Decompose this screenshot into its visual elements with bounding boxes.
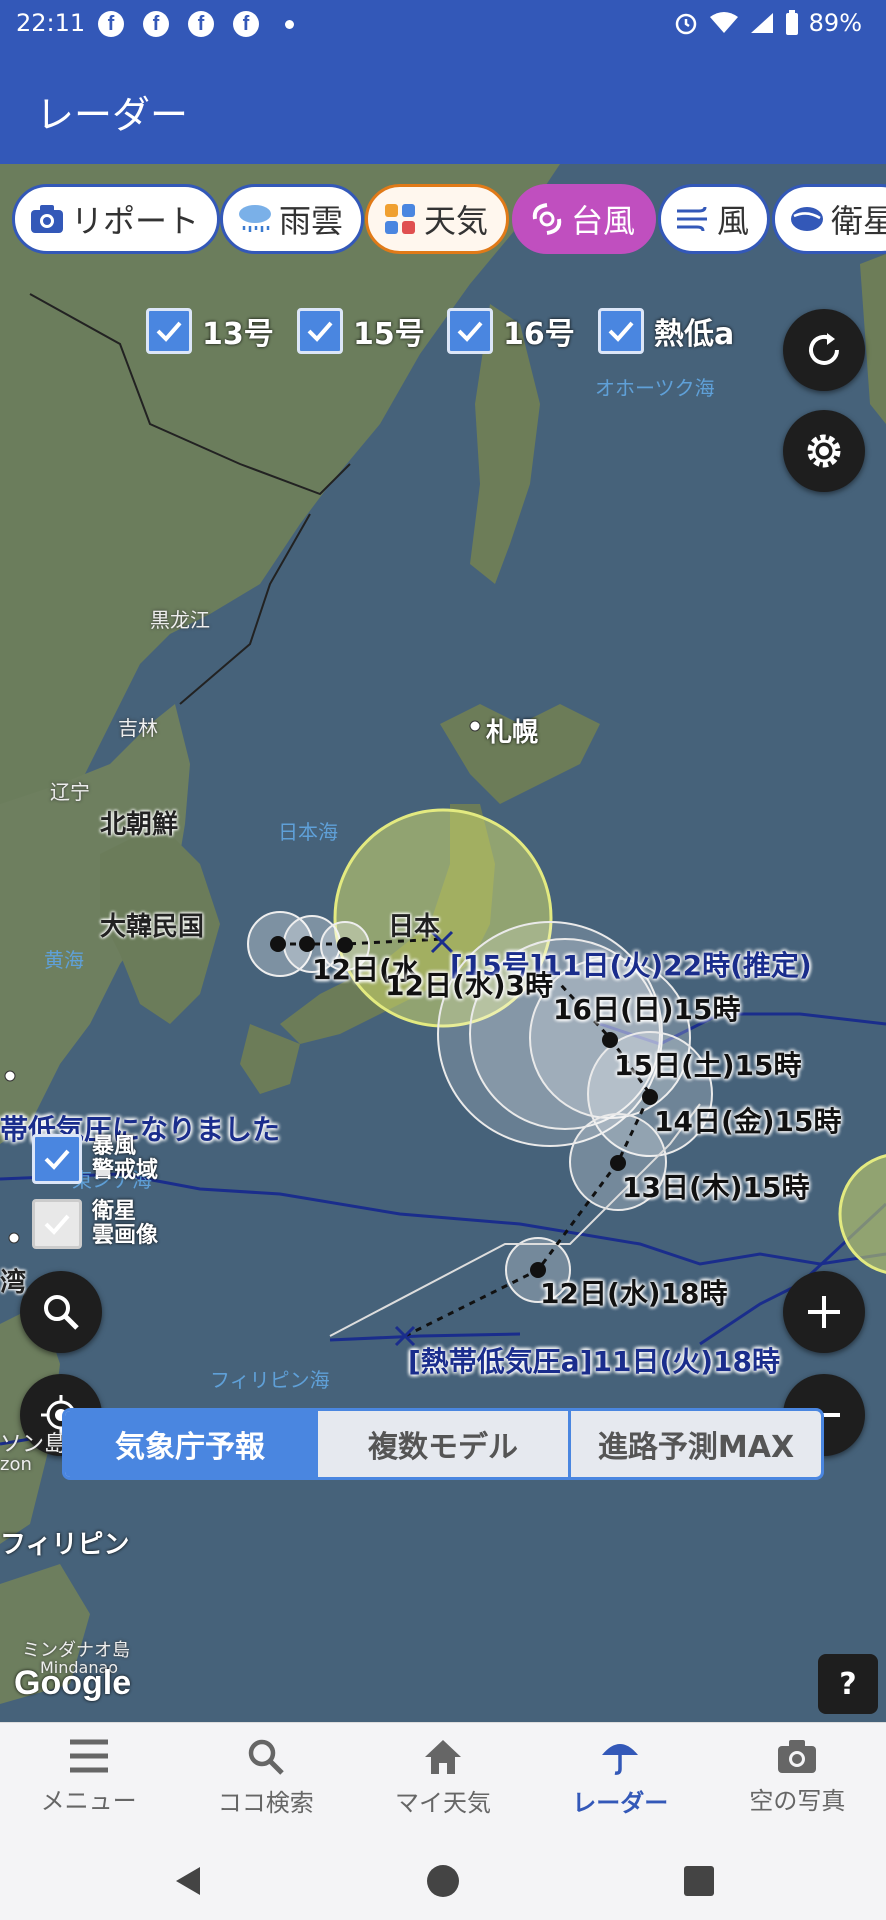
home-circle-icon[interactable]: [426, 1864, 460, 1898]
cell-signal-icon: [750, 13, 773, 33]
storm-filter-16[interactable]: 16号: [447, 308, 575, 354]
battery-icon: [785, 10, 798, 35]
map-label: zon: [0, 1454, 32, 1475]
map-label: 日本: [388, 912, 441, 942]
typhoon-label: 12日(水)18時: [540, 1277, 728, 1310]
mode-jma[interactable]: 気象庁予報: [65, 1411, 315, 1477]
rain-cloud-icon: [235, 199, 275, 239]
nav-sky-photo[interactable]: 空の写真: [709, 1723, 886, 1842]
check-icon: [598, 308, 644, 354]
google-attribution: Google: [14, 1664, 132, 1702]
satellite-icon: [787, 199, 827, 239]
facebook-notification-icon: f: [98, 11, 124, 37]
typhoon-label: 16日(日)15時: [553, 993, 741, 1026]
map-label: 辽宁: [50, 780, 90, 804]
chip-label: 衛星: [831, 202, 886, 240]
wind-icon: [673, 199, 713, 239]
map-label: 黄海: [44, 948, 84, 972]
radar-umbrella-icon: [602, 1744, 639, 1775]
alarm-icon: [675, 13, 696, 35]
wifi-icon: [709, 12, 738, 33]
status-time: 22:11: [16, 9, 86, 37]
map-label: 大韓民国: [100, 912, 205, 942]
chip-wind[interactable]: 風: [658, 184, 771, 254]
facebook-notification-icon: f: [233, 11, 259, 37]
zoom-in-button[interactable]: [783, 1271, 865, 1353]
refresh-icon: [809, 333, 839, 365]
chip-label: リポート: [71, 202, 200, 240]
check-icon: [32, 1134, 82, 1184]
weather-grid-icon: [380, 199, 420, 239]
map-label: 日本海: [278, 820, 338, 844]
storm-filter-15[interactable]: 15号: [297, 308, 425, 354]
check-icon: [297, 308, 343, 354]
typhoon-label: [熱帯低気圧a]11日(火)18時: [408, 1345, 781, 1378]
settings-button[interactable]: [783, 410, 865, 492]
camera-icon: [778, 1740, 817, 1773]
facebook-notification-icon: f: [143, 11, 169, 37]
map-label: オホーツク海: [595, 376, 715, 400]
help-button[interactable]: ?: [818, 1654, 878, 1714]
menu-icon: [69, 1739, 108, 1773]
toggle-storm-warning-area[interactable]: 暴風 警戒域: [32, 1134, 158, 1184]
map-label: フィリピン海: [210, 1368, 330, 1392]
map-label: 札幌: [486, 718, 539, 748]
chip-weather[interactable]: 天気: [365, 184, 510, 254]
facebook-notification-icon: f: [188, 11, 214, 37]
bottom-nav: メニュー ココ検索 マイ天気 レーダー 空の写真: [0, 1722, 886, 1842]
check-icon: [32, 1199, 82, 1249]
map-search-button[interactable]: [20, 1271, 102, 1353]
chip-rain-cloud[interactable]: 雨雲: [220, 184, 365, 254]
gear-icon: [807, 434, 841, 468]
check-icon: [447, 308, 493, 354]
forecast-mode-segment: 気象庁予報 複数モデル 進路予測MAX: [62, 1408, 824, 1480]
recents-icon[interactable]: [684, 1866, 714, 1896]
check-icon: [146, 308, 192, 354]
mode-multi-model[interactable]: 複数モデル: [315, 1411, 568, 1477]
chip-label: 天気: [424, 202, 489, 240]
chip-label: 雨雲: [279, 202, 344, 240]
chip-label: 台風: [571, 202, 636, 240]
page-title: レーダー: [36, 93, 189, 137]
map-label: 黒龙江: [150, 608, 210, 632]
camera-icon: [27, 199, 67, 239]
typhoon-label: 12日(水)3時: [385, 969, 554, 1002]
app-bar: レーダー: [0, 48, 886, 164]
home-icon: [425, 1740, 461, 1774]
map-label: 湾: [0, 1268, 27, 1298]
toggle-satellite-cloud[interactable]: 衛星 雲画像: [32, 1199, 158, 1249]
map-label: 北朝鮮: [100, 810, 179, 840]
map-canvas: [0, 164, 886, 1704]
nav-menu[interactable]: メニュー: [0, 1723, 177, 1842]
map-label: 吉林: [118, 716, 158, 740]
mode-track-max[interactable]: 進路予測MAX: [568, 1411, 821, 1477]
typhoon-label: 13日(木)15時: [622, 1171, 810, 1204]
typhoon-label: 14日(金)15時: [654, 1105, 842, 1138]
more-notifications-icon: [285, 20, 294, 29]
nav-radar[interactable]: レーダー: [532, 1723, 709, 1842]
storm-filter-td-a[interactable]: 熱低a: [598, 308, 734, 354]
refresh-button[interactable]: [783, 309, 865, 391]
typhoon-icon: [527, 199, 567, 239]
battery-percent: 89%: [808, 9, 862, 37]
chip-satellite[interactable]: 衛星: [772, 184, 886, 254]
nav-search[interactable]: ココ検索: [177, 1723, 354, 1842]
search-icon: [44, 1295, 79, 1330]
typhoon-label: 15日(土)15時: [614, 1049, 802, 1082]
nav-my-weather[interactable]: マイ天気: [354, 1723, 531, 1842]
chip-label: 風: [717, 202, 750, 240]
status-bar: 22:11 f f f f 89%: [0, 0, 886, 48]
map-label: フィリピン: [0, 1530, 130, 1560]
back-icon[interactable]: [172, 1864, 206, 1898]
chip-report[interactable]: リポート: [12, 184, 221, 254]
search-icon: [248, 1739, 284, 1775]
storm-filter-13[interactable]: 13号: [146, 308, 274, 354]
chip-typhoon[interactable]: 台風: [512, 184, 657, 254]
plus-icon: [808, 1296, 840, 1328]
typhoon-map[interactable]: リポート 雨雲 天気 台風 風 衛星 13号 15号 16号 熱低a オホーツク…: [0, 164, 886, 1722]
system-nav-bar: [0, 1842, 886, 1920]
